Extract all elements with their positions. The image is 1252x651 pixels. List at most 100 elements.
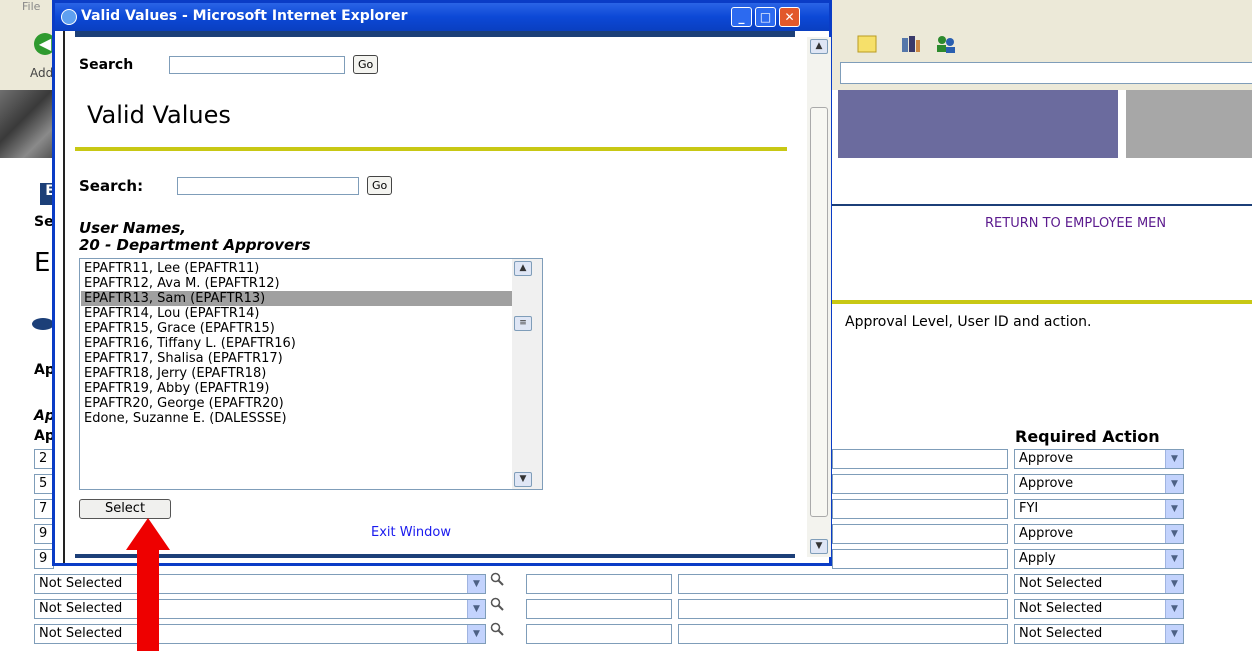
select-button[interactable]: Select: [79, 499, 171, 519]
valid-values-window: Valid Values - Microsoft Internet Explor…: [52, 0, 832, 566]
scroll-up-icon[interactable]: ▲: [514, 261, 532, 276]
dropdown-arrow-icon[interactable]: ▼: [1165, 525, 1183, 543]
red-arrow-stem: [137, 548, 159, 651]
required-action-select[interactable]: Apply ▼: [1014, 549, 1184, 569]
magnifier-icon[interactable]: [490, 572, 504, 588]
minimize-button[interactable]: _: [731, 7, 752, 27]
user-name-field[interactable]: [832, 474, 1008, 494]
go-button[interactable]: Go: [367, 176, 393, 195]
list-option-selected[interactable]: EPAFTR13, Sam (EPAFTR13): [81, 291, 514, 306]
required-action-header: Required Action: [1015, 427, 1160, 446]
scroll-down-icon[interactable]: ▼: [810, 539, 828, 554]
list-option[interactable]: EPAFTR20, George (EPAFTR20): [84, 396, 284, 411]
dropdown-arrow-icon[interactable]: ▼: [467, 625, 485, 643]
media-icon[interactable]: [900, 34, 922, 54]
red-arrow-head: [126, 518, 170, 550]
footer-bar: [75, 554, 795, 558]
approval-level-select[interactable]: Not Selected ▼: [34, 624, 486, 644]
exit-window-link[interactable]: Exit Window: [371, 525, 451, 540]
required-action-select[interactable]: Not Selected ▼: [1014, 574, 1184, 594]
list-option[interactable]: EPAFTR17, Shalisa (EPAFTR17): [84, 351, 283, 366]
header-bar: [75, 31, 795, 37]
user-id-field[interactable]: [526, 599, 672, 619]
user-id-field[interactable]: [526, 624, 672, 644]
note-icon[interactable]: [856, 34, 878, 54]
window-scrollbar[interactable]: ▲ ▼: [807, 37, 831, 557]
dropdown-arrow-icon[interactable]: ▼: [1165, 500, 1183, 518]
maximize-button[interactable]: □: [755, 7, 776, 27]
instructions-text: Approval Level, User ID and action.: [845, 314, 1092, 330]
close-button[interactable]: ✕: [779, 7, 800, 27]
top-search-label: Search: [79, 57, 134, 73]
user-id-field[interactable]: [526, 574, 672, 594]
list-option[interactable]: EPAFTR15, Grace (EPAFTR15): [84, 321, 275, 336]
ie-logo-icon: [61, 9, 77, 25]
window-title: Valid Values - Microsoft Internet Explor…: [81, 8, 408, 24]
address-bar[interactable]: [840, 62, 1252, 84]
list-option[interactable]: Edone, Suzanne E. (DALESSSE): [84, 411, 287, 426]
list-option[interactable]: EPAFTR14, Lou (EPAFTR14): [84, 306, 260, 321]
approval-level-select[interactable]: 7: [34, 499, 54, 519]
dropdown-arrow-icon[interactable]: ▼: [1165, 550, 1183, 568]
listbox-scrollbar[interactable]: ▲ ≡ ▼: [512, 259, 542, 489]
scroll-down-icon[interactable]: ▼: [514, 472, 532, 487]
approval-level-select[interactable]: Not Selected ▼: [34, 599, 486, 619]
top-search-input[interactable]: [169, 56, 345, 74]
scroll-thumb[interactable]: ≡: [514, 316, 532, 331]
search-input[interactable]: [177, 177, 359, 195]
list-subheading: 20 - Department Approvers: [79, 236, 311, 254]
dropdown-arrow-icon[interactable]: ▼: [1165, 625, 1183, 643]
approval-level-select[interactable]: 9: [34, 549, 54, 569]
page-rule-blue: [830, 204, 1252, 206]
user-name-field[interactable]: [832, 549, 1008, 569]
dropdown-arrow-icon[interactable]: ▼: [1165, 575, 1183, 593]
list-option[interactable]: EPAFTR19, Abby (EPAFTR19): [84, 381, 269, 396]
list-option[interactable]: EPAFTR18, Jerry (EPAFTR18): [84, 366, 266, 381]
magnifier-icon[interactable]: [490, 622, 504, 638]
approval-level-select[interactable]: 2: [34, 449, 54, 469]
title-rule: [75, 147, 787, 151]
user-name-field[interactable]: [678, 599, 1008, 619]
search-label: Search:: [79, 177, 144, 195]
required-action-select[interactable]: Approve ▼: [1014, 524, 1184, 544]
dropdown-arrow-icon[interactable]: ▼: [1165, 600, 1183, 618]
return-to-employee-menu-link[interactable]: RETURN TO EMPLOYEE MEN: [985, 216, 1166, 231]
page-rule-yellow: [830, 300, 1252, 304]
list-option[interactable]: EPAFTR16, Tiffany L. (EPAFTR16): [84, 336, 296, 351]
approval-level-select[interactable]: Not Selected ▼: [34, 574, 486, 594]
dropdown-arrow-icon[interactable]: ▼: [1165, 450, 1183, 468]
menu-file[interactable]: File: [22, 0, 40, 13]
page-title: Valid Values: [87, 101, 231, 129]
user-name-field[interactable]: [832, 524, 1008, 544]
peek-text: Se: [34, 214, 54, 230]
user-name-field[interactable]: [832, 499, 1008, 519]
magnifier-icon[interactable]: [490, 597, 504, 613]
required-action-select[interactable]: FYI ▼: [1014, 499, 1184, 519]
list-option[interactable]: EPAFTR12, Ava M. (EPAFTR12): [84, 276, 280, 291]
window-content: Search Go Valid Values Search: Go User N…: [63, 31, 831, 563]
banner-grey-block: [1126, 90, 1252, 158]
contacts-icon[interactable]: [935, 34, 957, 54]
dropdown-arrow-icon[interactable]: ▼: [467, 575, 485, 593]
user-name-field[interactable]: [832, 449, 1008, 469]
dropdown-arrow-icon[interactable]: ▼: [467, 600, 485, 618]
list-heading: User Names,: [79, 219, 187, 237]
peek-oval-icon: [32, 318, 54, 330]
approval-level-select[interactable]: 9: [34, 524, 54, 544]
required-action-select[interactable]: Not Selected ▼: [1014, 599, 1184, 619]
user-name-field[interactable]: [678, 624, 1008, 644]
dropdown-arrow-icon[interactable]: ▼: [1165, 475, 1183, 493]
approval-level-select[interactable]: 5: [34, 474, 54, 494]
banner-purple-block: [838, 90, 1118, 158]
top-go-button[interactable]: Go: [353, 55, 379, 74]
required-action-select[interactable]: Approve ▼: [1014, 449, 1184, 469]
window-scroll-thumb[interactable]: [810, 107, 828, 517]
required-action-select[interactable]: Not Selected ▼: [1014, 624, 1184, 644]
list-option[interactable]: EPAFTR11, Lee (EPAFTR11): [84, 261, 259, 276]
required-action-select[interactable]: Approve ▼: [1014, 474, 1184, 494]
peek-title: E: [34, 248, 51, 278]
window-title-bar[interactable]: Valid Values - Microsoft Internet Explor…: [55, 3, 829, 31]
scroll-up-icon[interactable]: ▲: [810, 39, 828, 54]
user-names-listbox[interactable]: EPAFTR11, Lee (EPAFTR11) EPAFTR12, Ava M…: [79, 258, 543, 490]
user-name-field[interactable]: [678, 574, 1008, 594]
